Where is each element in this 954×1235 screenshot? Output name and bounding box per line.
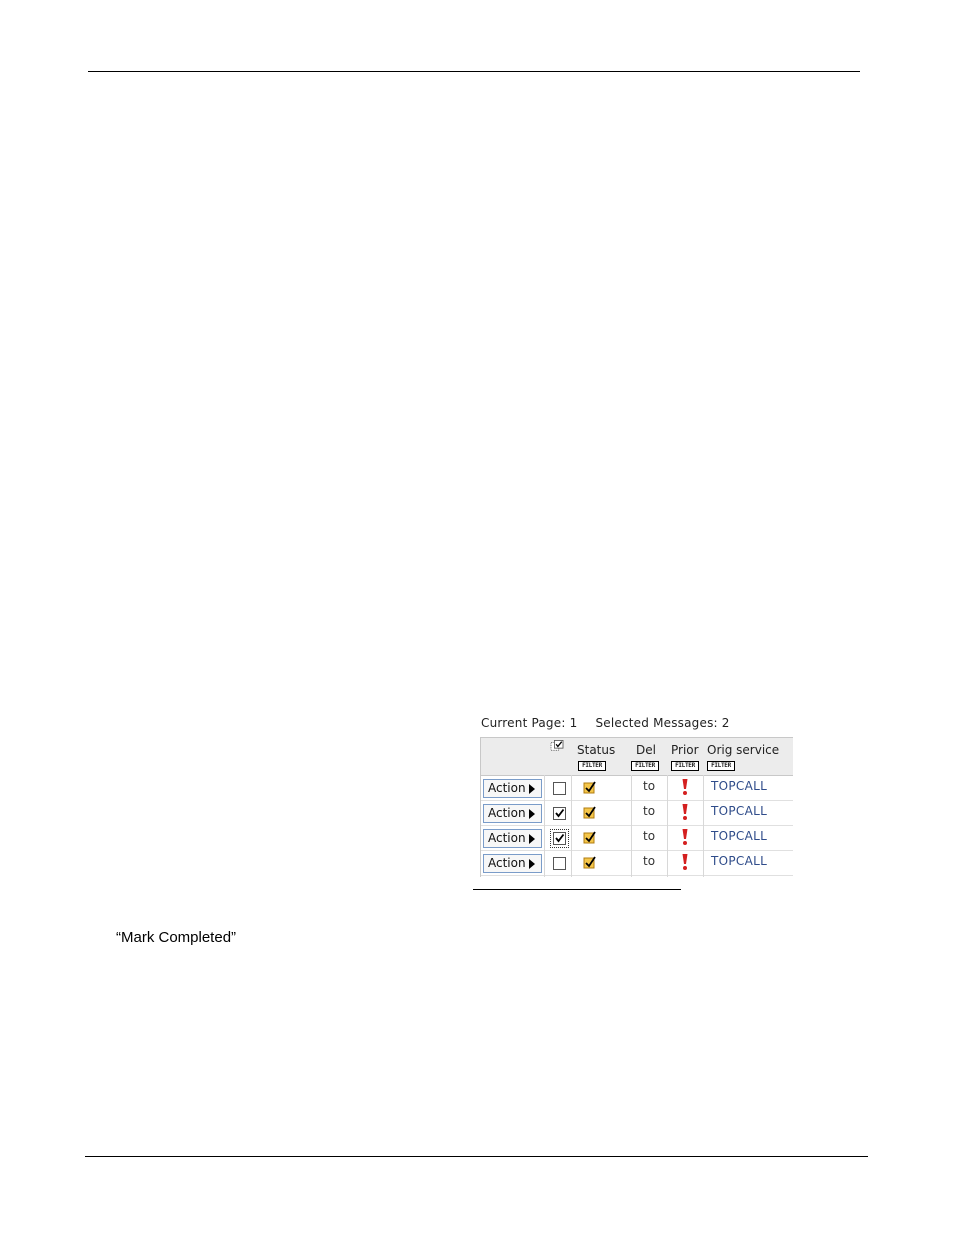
del-value: to — [643, 804, 656, 818]
row-checkbox[interactable] — [553, 807, 566, 820]
action-button[interactable]: Action — [483, 804, 542, 823]
table-row: Action to TOPCALL — [481, 826, 793, 851]
status-check-icon — [583, 856, 596, 869]
header-rule — [88, 71, 860, 72]
action-button[interactable]: Action — [483, 854, 542, 873]
orig-service-link[interactable]: TOPCALL — [711, 804, 767, 818]
select-all-icon[interactable] — [550, 740, 564, 752]
del-value: to — [643, 829, 656, 843]
grid-header: Status Del Prior Orig service FILTER FIL… — [481, 738, 793, 776]
action-label: Action — [488, 856, 526, 870]
priority-high-icon — [682, 829, 688, 845]
mark-completed-quote: “Mark Completed” — [116, 929, 237, 946]
orig-service-link[interactable]: TOPCALL — [711, 829, 767, 843]
column-divider — [571, 775, 572, 877]
message-grid: Status Del Prior Orig service FILTER FIL… — [480, 737, 793, 877]
column-status[interactable]: Status — [577, 743, 615, 757]
triangle-right-icon — [529, 859, 535, 869]
status-check-icon — [583, 831, 596, 844]
orig-service-link[interactable]: TOPCALL — [711, 854, 767, 868]
column-prior[interactable]: Prior — [671, 743, 699, 757]
action-button[interactable]: Action — [483, 779, 542, 798]
action-label: Action — [488, 806, 526, 820]
message-list-screenshot: Current Page: 1 Selected Messages: 2 Stat… — [480, 714, 794, 880]
priority-high-icon — [682, 804, 688, 820]
caption-rule — [473, 889, 681, 890]
orig-service-filter-button[interactable]: FILTER — [707, 761, 735, 771]
column-divider — [703, 775, 704, 877]
priority-high-icon — [682, 779, 688, 795]
row-checkbox[interactable] — [553, 782, 566, 795]
column-divider — [544, 775, 545, 877]
orig-service-link[interactable]: TOPCALL — [711, 779, 767, 793]
action-label: Action — [488, 831, 526, 845]
checkmark-icon — [555, 808, 565, 818]
action-label: Action — [488, 781, 526, 795]
del-filter-button[interactable]: FILTER — [631, 761, 659, 771]
triangle-right-icon — [529, 784, 535, 794]
priority-high-icon — [682, 854, 688, 870]
column-divider — [631, 775, 632, 877]
selected-messages-label: Selected Messages: 2 — [595, 716, 730, 730]
current-page-label: Current Page: 1 — [481, 716, 578, 730]
page-info: Current Page: 1 Selected Messages: 2 — [481, 716, 748, 730]
prior-filter-button[interactable]: FILTER — [671, 761, 699, 771]
column-divider — [667, 775, 668, 877]
row-checkbox[interactable] — [553, 857, 566, 870]
table-row: Action to TOPCALL — [481, 801, 793, 826]
status-filter-button[interactable]: FILTER — [578, 761, 606, 771]
action-button[interactable]: Action — [483, 829, 542, 848]
column-orig-service[interactable]: Orig service — [707, 743, 779, 757]
del-value: to — [643, 854, 656, 868]
column-del[interactable]: Del — [636, 743, 656, 757]
table-row: Action to TOPCALL — [481, 776, 793, 801]
status-check-icon — [583, 781, 596, 794]
triangle-right-icon — [529, 834, 535, 844]
status-check-icon — [583, 806, 596, 819]
checkmark-icon — [555, 833, 565, 843]
table-row: Action to TOPCALL — [481, 851, 793, 876]
row-checkbox[interactable] — [550, 829, 569, 848]
footer-rule — [85, 1156, 868, 1157]
del-value: to — [643, 779, 656, 793]
triangle-right-icon — [529, 809, 535, 819]
